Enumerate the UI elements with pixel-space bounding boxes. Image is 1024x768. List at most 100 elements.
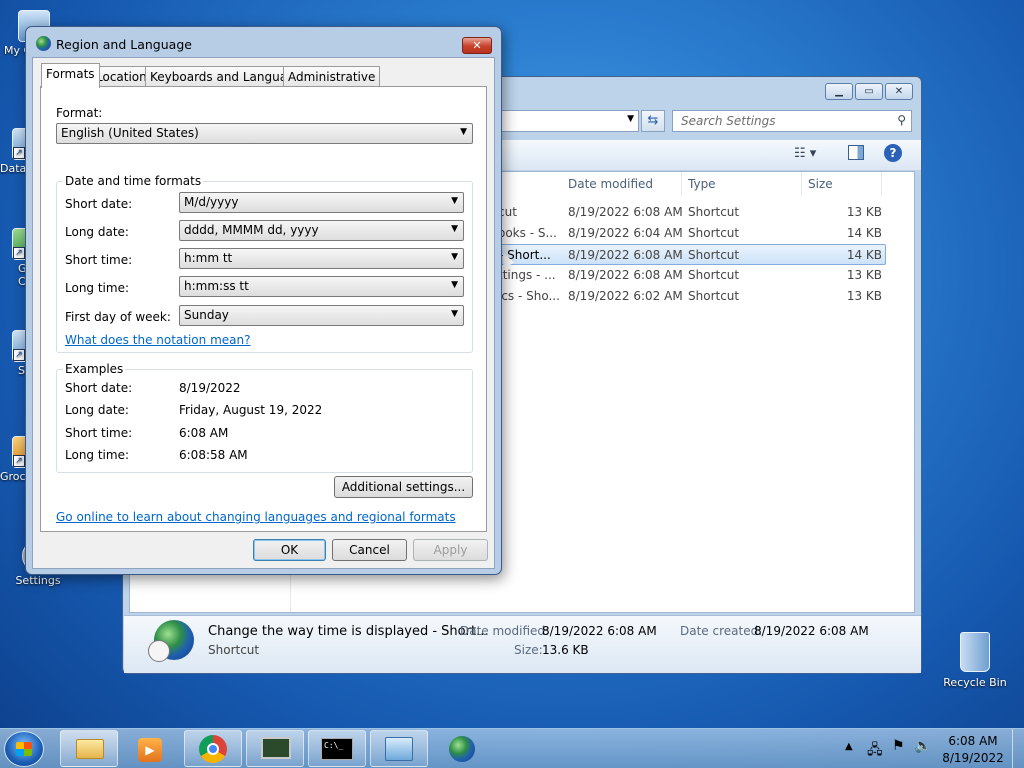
details-file-type: Shortcut xyxy=(208,643,260,657)
chevron-down-icon: ▼ xyxy=(451,196,458,206)
ok-button[interactable]: OK xyxy=(253,539,326,561)
search-input[interactable]: Search Settings ⚲ xyxy=(672,110,912,132)
file-size: 13 KB xyxy=(846,289,882,303)
view-options-icon[interactable]: ☷ ▾ xyxy=(794,146,816,161)
format-select[interactable]: English (United States) ▼ xyxy=(56,123,473,144)
example-long-time-label: Long time: xyxy=(65,448,130,462)
example-short-date-value: 8/19/2022 xyxy=(179,381,241,395)
media-player-icon: ▶ xyxy=(138,738,162,762)
tab-location[interactable]: Location xyxy=(91,66,152,87)
table-row[interactable]: ooks - S... 8/19/2022 6:04 AM Shortcut 1… xyxy=(494,223,886,244)
chrome-icon xyxy=(199,735,227,763)
network-icon[interactable]: 🖧 xyxy=(867,739,883,763)
taskbar-task-manager-button[interactable] xyxy=(246,730,304,767)
search-placeholder: Search Settings xyxy=(681,114,776,128)
long-date-value: dddd, MMMM dd, yyyy xyxy=(184,223,319,237)
column-type[interactable]: Type xyxy=(682,172,802,196)
preview-pane-icon[interactable] xyxy=(848,145,864,160)
long-time-select[interactable]: h:mm:ss tt ▼ xyxy=(179,276,464,297)
start-button[interactable] xyxy=(4,731,44,767)
file-size: 14 KB xyxy=(846,248,882,262)
cancel-button[interactable]: Cancel xyxy=(332,539,407,561)
folder-icon xyxy=(76,739,104,759)
table-row-selected[interactable]: - Short... 8/19/2022 6:08 AM Shortcut 14… xyxy=(494,244,886,265)
file-date: 8/19/2022 6:04 AM xyxy=(568,226,683,240)
short-time-select[interactable]: h:mm tt ▼ xyxy=(179,248,464,269)
clock-time: 6:08 AM xyxy=(948,734,998,748)
clock-date: 8/19/2022 xyxy=(942,751,1004,765)
file-type: Shortcut xyxy=(688,289,740,303)
clock-icon xyxy=(148,640,170,662)
example-short-date-label: Short date: xyxy=(65,381,133,395)
file-name: ttings - ... xyxy=(498,268,556,282)
dialog-title: Region and Language xyxy=(56,37,192,52)
group-title: Examples xyxy=(63,362,126,376)
region-language-dialog[interactable]: Region and Language ✕ Formats Location K… xyxy=(25,26,502,575)
apply-button[interactable]: Apply xyxy=(413,539,488,561)
minimize-button[interactable]: ▁ xyxy=(825,83,853,100)
close-button[interactable]: ✕ xyxy=(885,83,913,100)
tab-formats[interactable]: Formats xyxy=(41,63,100,88)
close-button[interactable]: ✕ xyxy=(462,37,492,54)
table-row[interactable]: ics - Sho... 8/19/2022 6:02 AM Shortcut … xyxy=(494,286,886,307)
taskbar-cmd-button[interactable]: C:\_ xyxy=(308,730,366,767)
example-long-date-value: Friday, August 19, 2022 xyxy=(179,403,323,417)
first-day-of-week-select[interactable]: Sunday ▼ xyxy=(179,305,464,326)
search-icon[interactable]: ⚲ xyxy=(897,113,906,127)
file-type: Shortcut xyxy=(688,205,740,219)
taskbar-media-player-button[interactable]: ▶ xyxy=(122,730,180,767)
short-date-select[interactable]: M/d/yyyy ▼ xyxy=(179,192,464,213)
chevron-down-icon: ▼ xyxy=(451,309,458,319)
action-center-flag-icon[interactable]: ⚑ xyxy=(892,738,905,754)
online-help-link[interactable]: Go online to learn about changing langua… xyxy=(56,510,456,524)
dialog-body: Formats Location Keyboards and Languages… xyxy=(32,57,495,569)
column-size[interactable]: Size xyxy=(802,172,882,196)
taskbar-chrome-button[interactable] xyxy=(184,730,242,767)
chevron-down-icon: ▼ xyxy=(451,224,458,234)
chevron-down-icon: ▼ xyxy=(451,280,458,290)
file-type: Shortcut xyxy=(688,268,740,282)
tab-administrative[interactable]: Administrative xyxy=(283,66,381,87)
file-size: 13 KB xyxy=(846,205,882,219)
format-select-value: English (United States) xyxy=(61,126,199,140)
show-hidden-icons[interactable]: ▲ xyxy=(845,741,853,752)
file-date: 8/19/2022 6:02 AM xyxy=(568,289,683,303)
refresh-button[interactable]: ⇆ xyxy=(641,110,665,132)
volume-icon[interactable]: 🔈 xyxy=(914,738,931,754)
long-date-select[interactable]: dddd, MMMM dd, yyyy ▼ xyxy=(179,220,464,241)
help-icon[interactable]: ? xyxy=(884,144,902,162)
chevron-down-icon: ▼ xyxy=(460,127,467,137)
maximize-button[interactable]: ▭ xyxy=(855,83,883,100)
details-pane: Change the way time is displayed - Short… xyxy=(124,615,921,673)
globe-clock-icon xyxy=(148,620,194,662)
cmd-icon: C:\_ xyxy=(321,738,353,760)
recycle-bin-icon xyxy=(960,632,990,672)
details-date-created: 8/19/2022 6:08 AM xyxy=(754,624,869,638)
file-type: Shortcut xyxy=(688,248,740,262)
system-clock[interactable]: 6:08 AM 8/19/2022 xyxy=(938,733,1008,767)
taskbar-control-panel-button[interactable] xyxy=(370,730,428,767)
details-size-label: Size: xyxy=(514,643,543,657)
column-date-modified[interactable]: Date modified xyxy=(562,172,682,196)
taskbar: ▶ C:\_ ▲ 🖧 ⚑ 🔈 xyxy=(0,728,1024,768)
long-time-value: h:mm:ss tt xyxy=(184,279,249,293)
format-label: Format: xyxy=(56,106,103,120)
window-controls: ▁ ▭ ✕ xyxy=(825,83,913,100)
taskbar-explorer-button[interactable] xyxy=(60,730,118,767)
show-desktop-button[interactable] xyxy=(1012,729,1024,768)
file-date: 8/19/2022 6:08 AM xyxy=(568,268,683,282)
short-time-label: Short time: xyxy=(65,253,133,267)
group-title: Date and time formats xyxy=(63,174,204,188)
desktop-icon-label: Settings xyxy=(15,574,61,587)
chevron-down-icon[interactable]: ▼ xyxy=(627,114,634,124)
file-date: 8/19/2022 6:08 AM xyxy=(568,248,683,262)
details-date-modified: 8/19/2022 6:08 AM xyxy=(542,624,657,638)
file-name: ics - Sho... xyxy=(498,289,560,303)
table-row[interactable]: cut 8/19/2022 6:08 AM Shortcut 13 KB xyxy=(494,202,886,223)
table-row[interactable]: ttings - ... 8/19/2022 6:08 AM Shortcut … xyxy=(494,265,886,286)
taskbar-region-button[interactable] xyxy=(432,730,490,767)
desktop-icon-recycle-bin[interactable]: Recycle Bin xyxy=(942,632,1008,689)
example-long-time-value: 6:08:58 AM xyxy=(179,448,248,462)
notation-help-link[interactable]: What does the notation mean? xyxy=(65,333,250,347)
additional-settings-button[interactable]: Additional settings... xyxy=(334,476,473,498)
